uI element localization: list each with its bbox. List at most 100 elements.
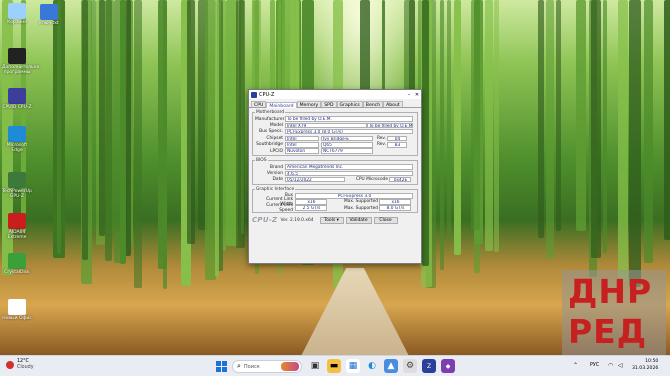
- text-file-icon: [40, 4, 58, 20]
- desktop-icon[interactable]: TechPowerUp GPU-Z: [2, 172, 32, 199]
- desktop-icon-label: AIDA64 Extreme: [7, 230, 27, 240]
- desktop-icon-label: Дополнительно программы: [2, 65, 40, 75]
- weather-widget[interactable]: 12°C Cloudy: [6, 359, 34, 371]
- chipset-label: Chipset: [266, 136, 283, 142]
- bamboo-stalk: [104, 0, 113, 262]
- max-width-value: x16: [379, 199, 411, 205]
- link-speed-value: 2.5 GT/s: [295, 205, 327, 211]
- chipset-vendor: Intel: [285, 135, 319, 142]
- tools-button[interactable]: Tools ▾: [319, 216, 344, 224]
- weather-alert-icon: [6, 361, 14, 369]
- watermark-line2: РЕД: [568, 312, 648, 351]
- desktop-icon-label: CPUID CPU-Z: [2, 105, 32, 110]
- microcode-value: 0x42E: [389, 176, 411, 183]
- clock-date: 31.03.2026: [632, 365, 659, 371]
- manufacturer-value: To be filled by O.E.M.: [285, 116, 413, 122]
- recycle-bin-icon: [8, 3, 26, 19]
- clock[interactable]: 10:50 31.03.2026: [632, 359, 658, 372]
- close-button[interactable]: Close: [373, 216, 398, 224]
- cpuz-taskbar-icon[interactable]: Z: [422, 359, 436, 373]
- settings-icon[interactable]: ⚙: [403, 359, 417, 373]
- cpuz-window: CPU-Z – ✕ CPU Mainboard Memory SPD Graph…: [248, 89, 422, 264]
- tab-bench[interactable]: Bench: [362, 101, 384, 108]
- desktop-icon[interactable]: AIDA64 Extreme: [2, 213, 32, 240]
- start-button[interactable]: [214, 359, 228, 373]
- bamboo-stalk: [629, 0, 641, 288]
- desktop-icon[interactable]: CPUID CPU-Z: [2, 88, 32, 110]
- bamboo-stalk: [603, 0, 608, 254]
- bamboo-stalk: [493, 0, 500, 252]
- version-label: Version: [266, 170, 283, 176]
- desktop-icon[interactable]: CrystalDisk: [2, 253, 32, 275]
- validate-button[interactable]: Validate: [345, 216, 372, 224]
- network-icon[interactable]: ◠: [608, 362, 613, 369]
- desktop-icon[interactable]: Дополнительно программы: [2, 48, 40, 75]
- store-icon[interactable]: ▦: [346, 359, 360, 373]
- desktop-icon-label: CrystalDisk: [4, 270, 30, 275]
- tab-memory[interactable]: Memory: [296, 101, 322, 108]
- cpuz-icon: [8, 88, 26, 104]
- volume-icon[interactable]: ◁: [618, 362, 623, 369]
- lpcio-vendor: Nuvoton: [285, 148, 319, 154]
- aida64-icon: [8, 213, 26, 229]
- cpuz-footer: CPU-Z Ver. 2.19.0.x64 Tools ▾ Validate C…: [249, 215, 421, 225]
- tab-about[interactable]: About: [383, 101, 403, 108]
- bamboo-stalk: [215, 0, 220, 278]
- desktop-icon[interactable]: Microsoft Edge: [2, 126, 32, 153]
- chevron-down-icon: ▾: [336, 217, 339, 223]
- brand-value: American Megatrends Inc.: [285, 164, 413, 170]
- search-icon: ⌕: [237, 362, 241, 370]
- wallpaper-path: [300, 268, 410, 355]
- close-icon[interactable]: ✕: [413, 92, 421, 98]
- bamboo-stalk: [81, 0, 88, 260]
- bamboo-stalk: [576, 0, 587, 232]
- bamboo-stalk: [644, 0, 653, 264]
- app-taskbar-icon[interactable]: ◆: [441, 359, 455, 373]
- max-width-label: Max. Supported: [344, 199, 378, 205]
- cpuz-tabs: CPU Mainboard Memory SPD Graphics Bench …: [249, 99, 421, 109]
- bamboo-stalk: [556, 0, 561, 232]
- desktop-icon[interactable]: Корзина: [2, 3, 32, 25]
- search-box[interactable]: ⌕ Поиск: [232, 360, 302, 373]
- bamboo-stalk: [134, 0, 142, 288]
- desktop-icon[interactable]: Новый Офис: [2, 299, 32, 321]
- app-icon: [8, 48, 26, 64]
- language-indicator[interactable]: РУС: [590, 363, 599, 368]
- model-right-value: To be filled by O.E.M.: [367, 122, 413, 129]
- cpuz-version: Ver. 2.19.0.x64: [280, 217, 314, 223]
- gpuz-icon: [8, 172, 26, 188]
- tab-spd[interactable]: SPD: [321, 101, 337, 108]
- file-explorer-icon[interactable]: ▬: [327, 359, 341, 373]
- search-highlight-icon: [281, 362, 299, 371]
- task-view-icon[interactable]: ▣: [308, 359, 322, 373]
- version-value: 4.6.5: [285, 170, 413, 177]
- bamboo-stalk: [119, 0, 126, 265]
- tab-mainboard[interactable]: Mainboard: [266, 102, 297, 109]
- search-placeholder: Поиск: [243, 363, 260, 370]
- desktop-icon[interactable]: ключ.txt: [34, 4, 64, 26]
- weather-desc: Cloudy: [17, 365, 34, 370]
- minimize-icon[interactable]: –: [405, 92, 413, 98]
- bamboo-stalk: [187, 0, 195, 244]
- tab-cpu[interactable]: CPU: [251, 101, 267, 108]
- edge-taskbar-icon[interactable]: ◐: [365, 359, 379, 373]
- brand-label: Brand: [269, 164, 283, 170]
- cpuz-logo: CPU-Z: [252, 216, 278, 225]
- dnr-red-watermark: ДНР РЕД: [562, 270, 666, 355]
- bamboo-stalk: [663, 0, 670, 241]
- bios-legend: BIOS: [256, 158, 267, 164]
- bamboo-stalk: [446, 0, 451, 239]
- lpcio-value: NCT6779: [321, 148, 373, 154]
- cpuz-titlebar[interactable]: CPU-Z – ✕: [249, 90, 421, 99]
- tab-graphics[interactable]: Graphics: [336, 101, 363, 108]
- desktop-icon-label: TechPowerUp GPU-Z: [2, 189, 32, 199]
- tray-chevron-icon[interactable]: ⌃: [573, 362, 578, 369]
- southbridge-rev: B3: [387, 142, 407, 148]
- photos-icon[interactable]: ▲: [384, 359, 398, 373]
- southbridge-vendor: Intel: [285, 142, 319, 148]
- cpuz-title: CPU-Z: [259, 91, 275, 98]
- gi-bus-value: PCI-Express 3.0: [295, 193, 413, 199]
- southbridge-label: Southbridge: [256, 142, 283, 148]
- model-value: Intel X79: [285, 122, 367, 129]
- motherboard-group: Motherboard Manufacturer To be filled by…: [252, 110, 418, 157]
